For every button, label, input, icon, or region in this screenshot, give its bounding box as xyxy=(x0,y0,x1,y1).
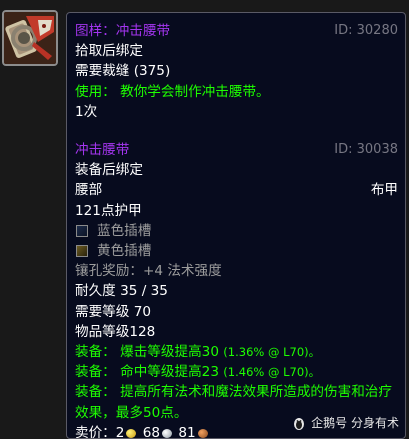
pattern-bind: 拾取后绑定 xyxy=(75,43,143,60)
item-tooltip: 图样：冲击腰带 ID: 30280 拾取后绑定 需要裁缝 (375) 使用： 教… xyxy=(66,12,406,439)
item-slot: 腰部 xyxy=(75,182,103,199)
watermark-text: 企鹅号 分身有术 xyxy=(311,416,399,430)
sell-price-label: 卖价： xyxy=(75,424,116,439)
copper-amount: 81 xyxy=(178,424,196,439)
pattern-requirement: 需要裁缝 (375) xyxy=(75,63,171,80)
socket-blue-label: 蓝色插槽 xyxy=(97,222,152,239)
penguin-logo-icon xyxy=(292,416,306,430)
item-required-level: 需要等级 70 xyxy=(75,303,151,320)
socket-yellow-label: 黄色插槽 xyxy=(97,243,152,260)
copper-coin-icon xyxy=(197,428,208,438)
watermark: 企鹅号 分身有术 xyxy=(292,414,399,431)
pattern-use-effect: 使用： 教你学会制作冲击腰带。 xyxy=(75,83,270,100)
equip-effect-crit: 装备： 爆击等级提高30 (1.36% @ L70)。 xyxy=(75,342,398,362)
socket-yellow: 黄色插槽 xyxy=(75,241,398,261)
silver-coin-icon xyxy=(162,428,173,438)
item-armor: 121点护甲 xyxy=(75,202,142,219)
pattern-charges: 1次 xyxy=(75,103,98,120)
equip-effect-hit: 装备： 命中等级提高23 (1.46% @ L70)。 xyxy=(75,362,398,382)
belt-pattern-icon[interactable] xyxy=(2,10,58,66)
yellow-socket-icon xyxy=(76,245,88,258)
equip-effect-hit-detail: (1.46% @ L70)。 xyxy=(223,365,321,380)
item-armor-type: 布甲 xyxy=(370,182,398,199)
item-bind: 装备后绑定 xyxy=(75,162,143,179)
gold-coin-icon xyxy=(126,428,137,438)
equip-effect-crit-text: 装备： 爆击等级提高30 xyxy=(75,344,219,361)
socket-bonus: 镶孔奖励：+4 法术强度 xyxy=(75,263,222,280)
item-level: 物品等级128 xyxy=(75,323,156,340)
socket-blue: 蓝色插槽 xyxy=(75,221,398,241)
equip-effect-crit-detail: (1.36% @ L70)。 xyxy=(223,345,321,360)
item-durability: 耐久度 35 / 35 xyxy=(75,283,168,300)
item-tooltip-screen: 图样：冲击腰带 ID: 30280 拾取后绑定 需要裁缝 (375) 使用： 教… xyxy=(0,0,409,439)
item-header: 冲击腰带 ID: 30038 xyxy=(75,140,398,160)
belt-pattern-icon-art xyxy=(4,12,56,64)
item-slot-row: 腰部 布甲 xyxy=(75,180,398,200)
blue-socket-icon xyxy=(76,224,88,237)
gold-amount: 2 xyxy=(115,424,125,439)
item-id: ID: 30038 xyxy=(334,142,398,158)
silver-amount: 68 xyxy=(142,424,161,439)
item-name[interactable]: 冲击腰带 xyxy=(75,140,129,160)
pattern-id: ID: 30280 xyxy=(334,23,398,38)
pattern-name[interactable]: 图样：冲击腰带 xyxy=(75,21,170,41)
equip-effect-hit-text: 装备： 命中等级提高23 xyxy=(75,364,219,381)
pattern-header: 图样：冲击腰带 ID: 30280 xyxy=(75,21,398,41)
